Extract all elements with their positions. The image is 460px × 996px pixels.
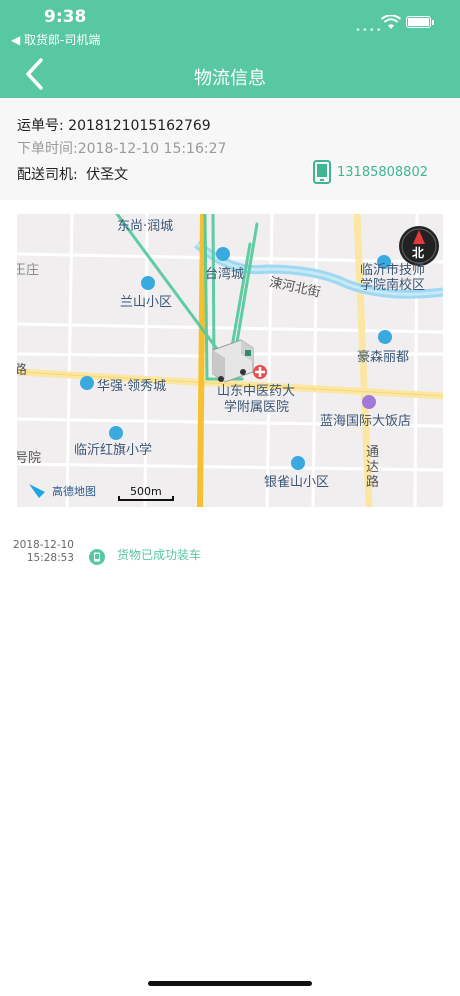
- svg-text:路: 路: [366, 474, 379, 490]
- driver-row: 配送司机: 伏圣文: [17, 164, 128, 184]
- svg-text:临沂市技师: 临沂市技师: [360, 262, 425, 278]
- timeline-status-icon: [89, 549, 105, 565]
- svg-text:兰山小区: 兰山小区: [120, 295, 172, 310]
- map-view[interactable]: 东尚·润城 王庄 台湾城 兰山小区 临沂市技师 学院南校区 豪森丽都 路 华强·…: [17, 214, 443, 507]
- svg-text:豪森丽都: 豪森丽都: [357, 349, 409, 365]
- waybill-number: 2018121015162769: [68, 118, 211, 134]
- page-title: 物流信息: [194, 68, 266, 89]
- driver-phone-link[interactable]: 13185808802: [337, 165, 428, 180]
- svg-text:银雀山小区: 银雀山小区: [264, 475, 329, 490]
- waybill-label: 运单号:: [17, 118, 64, 134]
- svg-text:高德地图: 高德地图: [52, 484, 96, 498]
- svg-text:路: 路: [17, 362, 27, 378]
- map-canvas[interactable]: 东尚·润城 王庄 台湾城 兰山小区 临沂市技师 学院南校区 豪森丽都 路 华强·…: [17, 214, 443, 507]
- svg-text:台湾城: 台湾城: [205, 266, 244, 282]
- wifi-icon: [381, 15, 401, 29]
- svg-text:东尚·润城: 东尚·润城: [117, 219, 173, 234]
- top-bar: 9:38 ◀ 取货郎-司机端 •••• 物流信息: [0, 0, 460, 98]
- signal-dots-icon: ••••: [355, 25, 383, 36]
- back-to-app-link[interactable]: ◀ 取货郎-司机端: [11, 31, 100, 48]
- order-time-row: 下单时间:2018-12-10 15:16:27: [17, 138, 226, 158]
- svg-text:号院: 号院: [17, 451, 41, 466]
- timeline-time: 15:28:53: [26, 552, 74, 564]
- svg-text:通: 通: [366, 445, 379, 460]
- svg-text:北: 北: [412, 245, 424, 260]
- battery-tip: [432, 20, 434, 25]
- battery-icon: [406, 16, 431, 28]
- home-indicator: [148, 981, 312, 986]
- phone-icon[interactable]: [313, 160, 331, 184]
- svg-text:王庄: 王庄: [17, 262, 39, 278]
- driver-name: 伏圣文: [86, 167, 129, 183]
- phone-small-icon: [94, 552, 100, 562]
- order-time-label: 下单时间:: [17, 141, 78, 157]
- svg-text:学院南校区: 学院南校区: [360, 277, 425, 293]
- svg-text:500m: 500m: [130, 485, 162, 498]
- order-time-value: 2018-12-10 15:16:27: [77, 141, 227, 157]
- svg-text:达: 达: [366, 460, 379, 475]
- svg-text:临沂红旗小学: 临沂红旗小学: [74, 442, 152, 458]
- timeline-datetime: 2018-12-10 15:28:53: [12, 539, 74, 565]
- svg-text:华强·领秀城: 华强·领秀城: [97, 379, 166, 394]
- status-time: 9:38: [44, 7, 87, 27]
- timeline-date: 2018-12-10: [12, 539, 74, 551]
- svg-text:蓝海国际大饭店: 蓝海国际大饭店: [320, 414, 411, 429]
- driver-label: 配送司机:: [17, 167, 78, 183]
- svg-text:学附属医院: 学附属医院: [224, 399, 289, 415]
- waybill-row: 运单号: 2018121015162769: [17, 115, 211, 135]
- svg-text:山东中医药大: 山东中医药大: [217, 384, 295, 399]
- timeline-status-text: 货物已成功装车: [117, 548, 202, 562]
- order-info-panel: 运单号: 2018121015162769 下单时间:2018-12-10 15…: [0, 98, 460, 200]
